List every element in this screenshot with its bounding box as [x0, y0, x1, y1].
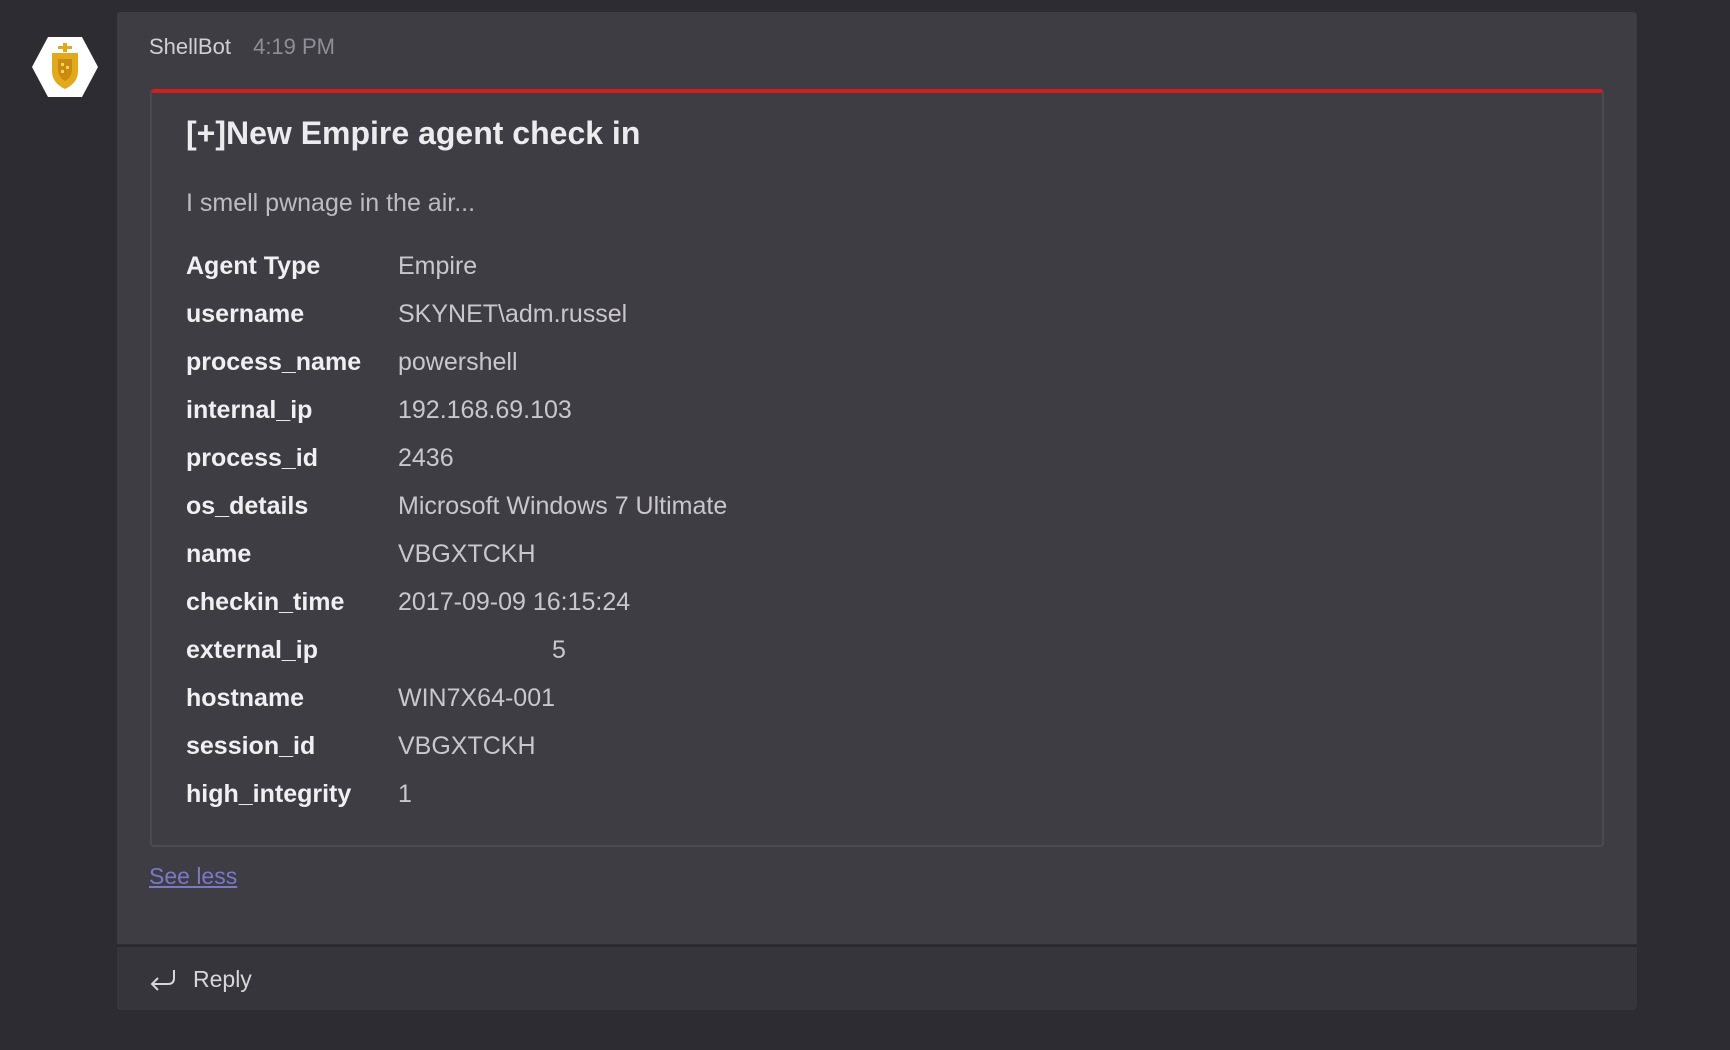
fact-value: powershell — [398, 347, 518, 376]
fact-row: name VBGXTCKH — [186, 530, 727, 578]
message-body: ShellBot 4:19 PM [+]New Empire agent che… — [117, 12, 1637, 944]
fact-row: external_ip 5 — [186, 626, 727, 674]
reply-label: Reply — [193, 965, 252, 992]
fact-row: Agent Type Empire — [186, 242, 727, 290]
fact-value: VBGXTCKH — [398, 539, 536, 568]
fact-row: checkin_time 2017-09-09 16:15:24 — [186, 578, 727, 626]
reply-bar: Reply — [117, 945, 1637, 1010]
fact-row: process_name powershell — [186, 338, 727, 386]
reply-button[interactable]: Reply — [147, 959, 252, 999]
fact-key: session_id — [186, 731, 316, 760]
fact-value: VBGXTCKH — [398, 731, 536, 760]
fact-value: WIN7X64-001 — [398, 683, 556, 712]
fact-key: high_integrity — [186, 779, 352, 808]
fact-value: 5 — [552, 635, 566, 664]
fact-key: process_id — [186, 443, 319, 472]
fact-value: 192.168.69.103 — [398, 395, 572, 424]
adaptive-card: [+]New Empire agent check in I smell pwn… — [150, 89, 1604, 847]
fact-value: SKYNET\adm.russel — [398, 299, 628, 328]
reply-arrow-icon — [147, 964, 177, 994]
fact-value: 2017-09-09 16:15:24 — [398, 587, 631, 616]
fact-row: username SKYNET\adm.russel — [186, 290, 727, 338]
bot-avatar[interactable] — [30, 35, 100, 99]
fact-row: hostname WIN7X64-001 — [186, 674, 727, 722]
fact-value: 2436 — [398, 443, 454, 472]
author-name[interactable]: ShellBot — [149, 34, 231, 59]
fact-key: username — [186, 299, 305, 328]
fact-row: os_details Microsoft Windows 7 Ultimate — [186, 482, 727, 530]
fact-key: Agent Type — [186, 251, 321, 280]
fact-key: internal_ip — [186, 395, 313, 424]
fact-value: Empire — [398, 251, 478, 280]
see-less-link[interactable]: See less — [149, 863, 237, 890]
fact-key: name — [186, 539, 252, 568]
fact-row: high_integrity 1 — [186, 770, 727, 818]
message-header: ShellBot 4:19 PM — [149, 32, 335, 62]
fact-set: Agent Type Empire username SKYNET\adm.ru… — [186, 242, 727, 818]
fact-row: session_id VBGXTCKH — [186, 722, 727, 770]
fact-value: Microsoft Windows 7 Ultimate — [398, 491, 728, 520]
fact-key: os_details — [186, 491, 309, 520]
fact-key: process_name — [186, 347, 362, 376]
fact-key: checkin_time — [186, 587, 345, 616]
fact-row: internal_ip 192.168.69.103 — [186, 386, 727, 434]
shield-badge-icon — [32, 37, 98, 97]
card-subtitle: I smell pwnage in the air... — [186, 189, 476, 217]
fact-value: 1 — [398, 779, 412, 808]
fact-key: external_ip — [186, 635, 319, 664]
message-post: ShellBot 4:19 PM [+]New Empire agent che… — [117, 12, 1637, 1010]
card-title: [+]New Empire agent check in — [186, 115, 641, 151]
fact-key: hostname — [186, 683, 305, 712]
message-timestamp: 4:19 PM — [253, 34, 336, 59]
fact-row: process_id 2436 — [186, 434, 727, 482]
